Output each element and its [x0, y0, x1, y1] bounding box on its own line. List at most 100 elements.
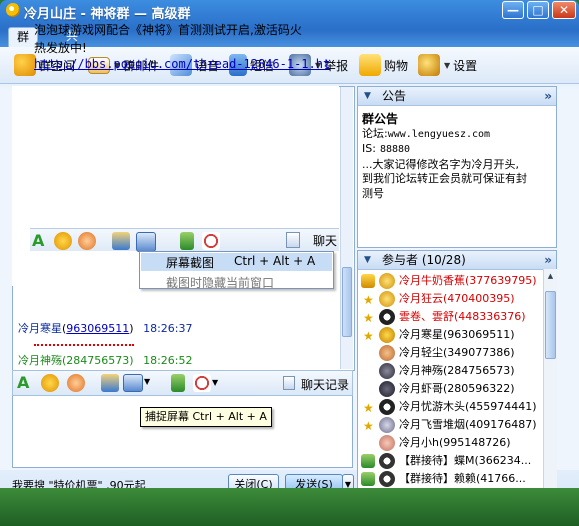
- member-name: 冷月轻尘(349077386): [399, 346, 515, 359]
- shake-icon: [202, 232, 220, 250]
- owner-icon: [361, 274, 375, 288]
- member-item[interactable]: ★ 冷月飞雪堆烟(409176487): [361, 416, 543, 434]
- member-name: 冷月神殇(284756573): [399, 364, 515, 377]
- member-list-scrollbar[interactable]: ▲: [543, 269, 557, 488]
- image-icon: [112, 232, 130, 250]
- member-item[interactable]: ★ 雲卷、雲舒(448336376): [361, 308, 543, 326]
- member-item[interactable]: 冷月虾哥(280596322): [361, 380, 543, 398]
- screenshot-icon: [136, 232, 156, 252]
- red-dotted-line: [34, 344, 134, 346]
- member-scrollbar-thumb[interactable]: [545, 291, 556, 359]
- chat-message-header: 冷月神殇(284756573) 18:26:52: [18, 354, 193, 367]
- member-name: 冷月虾哥(280596322): [399, 382, 515, 395]
- avatar: [379, 453, 395, 469]
- avatar: [379, 273, 395, 289]
- member-item[interactable]: 冷月神殇(284756573): [361, 362, 543, 380]
- avatar: [379, 345, 395, 361]
- avatar: [379, 417, 395, 433]
- magic-emoji-button[interactable]: [67, 374, 85, 392]
- member-item[interactable]: 冷月小h(995148726): [361, 434, 543, 452]
- embedded-screenshot-menu: 屏幕截图 Ctrl + Alt + A 截图时隐藏当前窗口: [139, 251, 334, 289]
- avatar: [379, 309, 395, 325]
- chat-scrollbar[interactable]: [340, 87, 353, 369]
- expand-icon[interactable]: »: [544, 251, 552, 269]
- qq-logo-icon: [6, 3, 20, 17]
- shake-button[interactable]: [193, 374, 211, 392]
- avatar: [379, 363, 395, 379]
- expand-icon[interactable]: »: [544, 87, 552, 105]
- is-label: IS:: [362, 142, 376, 155]
- minimize-button[interactable]: —: [502, 1, 524, 19]
- avatar: [379, 327, 395, 343]
- font-icon: A: [32, 231, 45, 250]
- member-name: 冷月小h(995148726): [399, 436, 511, 449]
- member-name: 冷月狂云(470400395): [399, 292, 515, 305]
- chat-message-header: 冷月寒星(963069511) 18:26:37: [18, 322, 193, 335]
- window-title: 冷月山庄 - 神将群 — 高级群: [24, 7, 191, 22]
- forum-label: 论坛:: [362, 126, 388, 140]
- group-space-icon: [14, 54, 36, 76]
- screenshot-tooltip: 捕捉屏幕 Ctrl + Alt + A: [140, 407, 272, 427]
- shopping-label: 购物: [384, 58, 409, 73]
- send-image-button[interactable]: [101, 374, 119, 392]
- emoji-button[interactable]: [41, 374, 59, 392]
- desktop-background: [0, 488, 579, 526]
- message-time: 18:26:52: [143, 354, 193, 367]
- collapse-icon: ▼: [364, 91, 371, 101]
- magic-emoji-icon: [78, 232, 96, 250]
- collapse-icon: ▼: [364, 255, 371, 265]
- settings-label: 设置: [453, 58, 478, 73]
- music-icon: [180, 232, 194, 250]
- member-item[interactable]: 冷月轻尘(349077386): [361, 344, 543, 362]
- greeter-icon: [361, 454, 375, 468]
- chat-history-button[interactable]: 聊天记录: [301, 376, 349, 393]
- announcement-line2: 到我们论坛转正会员就可保证有封: [362, 172, 527, 185]
- chevron-down-icon: ▼: [444, 60, 451, 70]
- close-window-button[interactable]: ✕: [552, 1, 576, 19]
- embedded-message-text: 泡泡球游戏网配合《神将》首测测试开启,激活码火 热发放中!: [34, 21, 302, 57]
- music-button[interactable]: [171, 374, 185, 392]
- admin-star-icon: ★: [363, 329, 374, 343]
- forum-url: www.lengyuesz.com: [387, 128, 491, 140]
- sender-id: 284756573: [66, 354, 130, 367]
- sender-name: 冷月神殇: [18, 354, 62, 367]
- input-toolbar: A ▼ ▼ 聊天记录: [12, 370, 353, 396]
- member-name: 冷月寒星(963069511): [399, 328, 515, 341]
- qq-group-chat-window: 冷月山庄 - 神将群 — 高级群 — □ ✕ 群聊 共享 群空间 ▼ 群邮件 语…: [0, 0, 579, 526]
- settings-button[interactable]: ▼ 设置: [418, 53, 477, 77]
- sender-name: 冷月寒星: [18, 322, 62, 335]
- admin-star-icon: ★: [363, 419, 374, 433]
- member-name: 冷月忧游木头(455974441): [399, 400, 537, 413]
- member-item[interactable]: ★ 冷月狂云(470400395): [361, 290, 543, 308]
- scroll-up-arrow-icon[interactable]: ▲: [545, 271, 556, 282]
- chevron-down-icon[interactable]: ▼: [144, 377, 150, 386]
- member-item[interactable]: 冷月牛奶香蕉(377639795): [361, 272, 543, 290]
- font-button[interactable]: A: [17, 374, 35, 392]
- member-item[interactable]: 【群接待】蝶M(366234...: [361, 452, 543, 470]
- announcement-heading: 群公告: [362, 112, 399, 126]
- member-header[interactable]: ▼ 参与者 (10/28) »: [358, 251, 556, 270]
- embedded-message-line1: 泡泡球游戏网配合《神将》首测测试开启,激活码火: [34, 23, 302, 37]
- sender-id-link[interactable]: 963069511: [66, 322, 129, 335]
- member-item[interactable]: 【群接待】赖赖(41766...: [361, 470, 543, 488]
- member-item[interactable]: ★ 冷月忧游木头(455974441): [361, 398, 543, 416]
- settings-icon: [418, 54, 440, 76]
- admin-star-icon: ★: [363, 401, 374, 415]
- member-item[interactable]: ★ 冷月寒星(963069511): [361, 326, 543, 344]
- announcement-line1: ...大家记得修改名字为冷月开头,: [362, 157, 519, 171]
- history-icon: [283, 376, 295, 390]
- shopping-button[interactable]: 购物: [359, 53, 408, 77]
- announcement-content: 群公告 论坛:www.lengyuesz.com IS: 88880 ...大家记…: [362, 112, 527, 201]
- announcement-header[interactable]: ▼ 公告 »: [358, 87, 556, 106]
- title-bar[interactable]: 冷月山庄 - 神将群 — 高级群 — □ ✕: [0, 0, 579, 22]
- chevron-down-icon[interactable]: ▼: [212, 378, 218, 387]
- screenshot-button[interactable]: [123, 374, 143, 392]
- member-name: 【群接待】赖赖(41766...: [399, 472, 526, 485]
- embedded-menu-item1-label: 屏幕截图: [166, 256, 215, 270]
- chat-scrollbar-thumb[interactable]: [342, 267, 352, 337]
- member-count-title: 参与者 (10/28): [382, 253, 466, 267]
- maximize-button[interactable]: □: [527, 1, 549, 19]
- history-icon: [286, 232, 300, 248]
- embedded-menu-item1-shortcut: Ctrl + Alt + A: [234, 254, 316, 268]
- admin-star-icon: ★: [363, 311, 374, 325]
